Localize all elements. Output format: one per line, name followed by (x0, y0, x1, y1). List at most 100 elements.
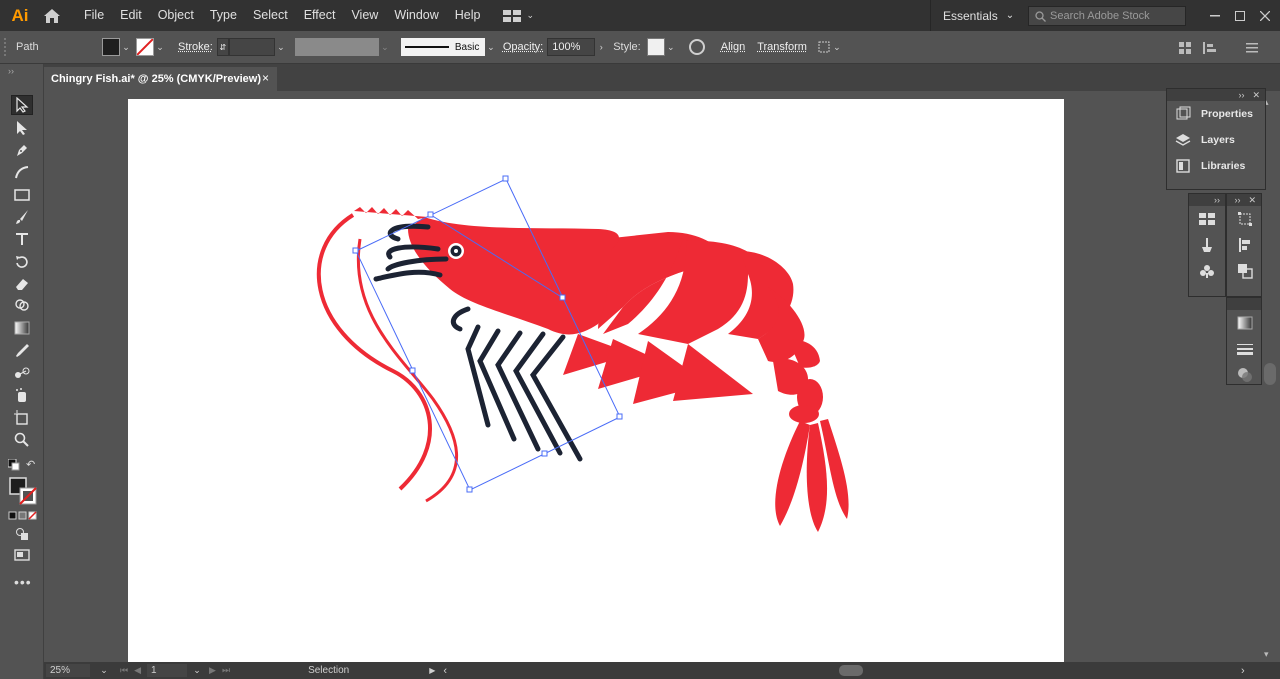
close-window-button[interactable] (1245, 0, 1280, 31)
stroke-weight-dropdown[interactable]: ⌄ (275, 38, 287, 56)
scroll-left-arrow[interactable]: ‹ (443, 665, 447, 677)
menu-file[interactable]: File (76, 0, 112, 31)
close-panel-icon[interactable]: ✕ (1252, 90, 1260, 101)
stock-search-input[interactable]: Search Adobe Stock (1028, 6, 1186, 26)
shape-options-dropdown[interactable]: ⌄ (831, 38, 843, 56)
opacity-label[interactable]: Opacity: (503, 41, 543, 53)
layers-tab[interactable]: Layers (1167, 127, 1265, 153)
shape-options-icon[interactable] (817, 40, 831, 54)
workspace-switcher[interactable]: Essentials ⌄ (930, 0, 1026, 31)
graphic-style-swatch[interactable] (647, 38, 665, 56)
artboard-number-field[interactable]: 1 (147, 664, 187, 677)
properties-tab[interactable]: Properties (1167, 101, 1265, 127)
opacity-dropdown[interactable]: › (595, 38, 607, 56)
zoom-field[interactable]: 25% (46, 664, 90, 677)
zoom-icon[interactable] (11, 430, 33, 450)
variable-width-profile[interactable] (295, 38, 379, 56)
style-dropdown[interactable]: ⌄ (665, 38, 677, 56)
symbols-icon[interactable] (1189, 258, 1225, 284)
brush-dropdown[interactable]: ⌄ (485, 38, 497, 56)
gradient-panel-icon[interactable] (1227, 310, 1263, 336)
fill-swatch[interactable] (102, 38, 120, 56)
scroll-down-arrow[interactable]: ▾ (1264, 649, 1269, 660)
canvas-area[interactable] (44, 91, 1260, 662)
stroke-label[interactable]: Stroke: (178, 41, 213, 53)
collapse-tools-icon[interactable]: ›› (8, 66, 14, 76)
horizontal-scroll-thumb[interactable] (839, 665, 863, 676)
collapse-dock-2-icon[interactable]: ›› (1234, 195, 1240, 205)
artboard[interactable] (128, 99, 1064, 662)
color-mode-buttons[interactable] (8, 510, 38, 520)
selection-tool-icon[interactable] (11, 95, 33, 115)
last-artboard-button[interactable]: ⏭ (222, 665, 230, 676)
rotate-icon[interactable] (11, 252, 33, 272)
blend-icon[interactable] (11, 363, 33, 383)
align-button[interactable]: Align (721, 41, 745, 53)
isolate-icon[interactable] (1178, 41, 1192, 55)
screen-mode-icon[interactable] (11, 545, 33, 565)
stroke-weight-field[interactable] (229, 38, 275, 56)
arrange-documents-button[interactable]: ⌄ (503, 10, 535, 22)
stroke-panel-icon[interactable] (1227, 336, 1263, 362)
status-menu-arrow[interactable]: ▶ (429, 666, 435, 675)
eraser-icon[interactable] (11, 274, 33, 294)
swap-colors-icon[interactable]: ↶ (26, 458, 35, 471)
stroke-swatch[interactable] (136, 38, 154, 56)
paintbrush-icon[interactable] (11, 207, 33, 227)
home-icon[interactable] (40, 4, 64, 28)
stroke-weight-stepper[interactable]: ⇵ (217, 38, 229, 56)
close-dock-icon[interactable]: ✕ (1248, 195, 1256, 206)
direct-selection-icon[interactable] (11, 118, 33, 138)
opacity-field[interactable]: 100% (547, 38, 595, 56)
brush-definition[interactable]: Basic (401, 38, 485, 56)
menu-effect[interactable]: Effect (296, 0, 344, 31)
fill-stroke-widget[interactable] (8, 476, 38, 506)
rectangle-icon[interactable] (11, 185, 33, 205)
recolor-artwork-icon[interactable] (689, 39, 705, 55)
drawing-modes-icon[interactable] (11, 524, 33, 544)
symbol-sprayer-icon[interactable] (11, 385, 33, 405)
artboard-icon[interactable] (11, 408, 33, 428)
gradient-icon[interactable] (11, 318, 33, 338)
document-tab[interactable]: Chingry Fish.ai* @ 25% (CMYK/Preview) × (44, 67, 277, 91)
properties-icon (1175, 106, 1191, 122)
zoom-dropdown[interactable]: ⌄ (98, 664, 110, 677)
align-to-icon[interactable] (1202, 41, 1222, 55)
collapse-panel-icon[interactable]: ›› (1238, 90, 1244, 100)
next-artboard-button[interactable]: ▶ (209, 665, 216, 676)
variable-width-dropdown[interactable]: ⌄ (379, 38, 391, 56)
align-icon[interactable] (1227, 232, 1263, 258)
collapse-dock-icon[interactable]: ›› (1214, 195, 1220, 205)
swatches-icon[interactable] (1189, 206, 1225, 232)
edit-toolbar-icon[interactable]: ••• (14, 574, 32, 590)
type-icon[interactable] (11, 229, 33, 249)
transform-button[interactable]: Transform (757, 41, 807, 53)
transform-icon[interactable] (1227, 206, 1263, 232)
pen-icon[interactable] (11, 140, 33, 160)
transparency-icon[interactable] (1227, 362, 1263, 388)
close-document-icon[interactable]: × (262, 71, 269, 85)
control-menu-icon[interactable] (1246, 41, 1258, 55)
menu-help[interactable]: Help (447, 0, 489, 31)
menu-object[interactable]: Object (150, 0, 202, 31)
fill-dropdown[interactable]: ⌄ (120, 38, 132, 56)
curvature-icon[interactable] (11, 162, 33, 182)
artboard-dropdown[interactable]: ⌄ (191, 664, 203, 677)
shrimp-artwork[interactable] (128, 99, 1064, 662)
menu-window[interactable]: Window (386, 0, 446, 31)
default-colors-icon[interactable] (8, 459, 20, 471)
previous-artboard-button[interactable]: ◀ (134, 665, 141, 676)
menu-select[interactable]: Select (245, 0, 296, 31)
shape-builder-icon[interactable] (11, 296, 33, 316)
menu-view[interactable]: View (343, 0, 386, 31)
stroke-dropdown[interactable]: ⌄ (154, 38, 166, 56)
first-artboard-button[interactable]: ⏮ (120, 665, 128, 676)
menu-edit[interactable]: Edit (112, 0, 150, 31)
eyedropper-icon[interactable] (11, 341, 33, 361)
menu-type[interactable]: Type (202, 0, 245, 31)
libraries-tab[interactable]: Libraries (1167, 153, 1265, 179)
scroll-right-arrow[interactable]: › (1241, 665, 1245, 677)
vertical-scroll-thumb[interactable] (1264, 363, 1276, 385)
brushes-icon[interactable] (1189, 232, 1225, 258)
pathfinder-icon[interactable] (1227, 258, 1263, 284)
